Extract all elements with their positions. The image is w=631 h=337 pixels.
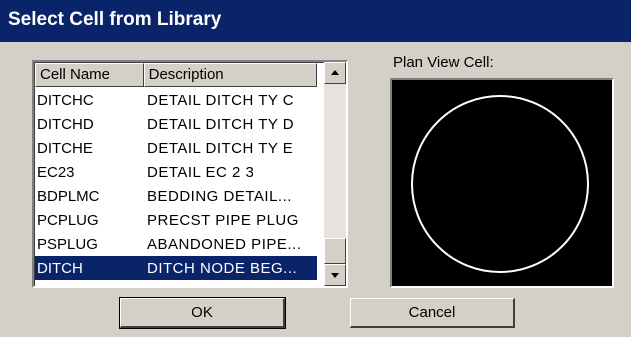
dialog-body: Cell Name Description DITCHC DETAIL DITCH…	[0, 44, 631, 337]
cell-description-text: DETAIL DITCH TY C	[147, 91, 295, 109]
list-item[interactable]: PCPLUG PRECST PIPE PLUG	[35, 208, 317, 232]
arrow-up-icon	[331, 70, 339, 75]
cell-name-text: DITCHD	[37, 115, 94, 133]
cell-description-text: ABANDONED PIPE...	[147, 235, 302, 253]
list-item[interactable]: BDPLMC BEDDING DETAIL...	[35, 184, 317, 208]
column-header-cell-name[interactable]: Cell Name	[35, 63, 144, 87]
list-header: Cell Name Description	[35, 63, 317, 87]
arrow-down-icon	[331, 273, 339, 278]
scroll-up-button[interactable]	[324, 62, 346, 84]
cell-name-text: PCPLUG	[37, 211, 99, 229]
title-bar[interactable]: Select Cell from Library	[0, 0, 631, 44]
cell-name-text: DITCH	[37, 259, 83, 277]
cell-description-text: DITCH NODE BEG...	[147, 259, 298, 277]
column-header-description[interactable]: Description	[143, 63, 317, 87]
scroll-down-button[interactable]	[324, 264, 346, 286]
ok-button[interactable]: OK	[119, 297, 286, 329]
window-title: Select Cell from Library	[8, 9, 222, 30]
cell-description-text: PRECST PIPE PLUG	[147, 211, 299, 229]
plan-view-label: Plan View Cell:	[393, 54, 494, 71]
cell-preview-canvas	[411, 95, 589, 273]
cell-list[interactable]: Cell Name Description DITCHC DETAIL DITCH…	[32, 60, 348, 288]
cell-description-text: BEDDING DETAIL...	[147, 187, 292, 205]
cell-description-text: DETAIL DITCH TY D	[147, 115, 295, 133]
list-item[interactable]: PSPLUG ABANDONED PIPE...	[35, 232, 317, 256]
plan-view-preview	[390, 78, 614, 288]
list-item[interactable]: DITCHC DETAIL DITCH TY C	[35, 88, 317, 112]
cell-name-text: PSPLUG	[37, 235, 98, 253]
list-scrollbar[interactable]	[324, 62, 346, 286]
cell-name-text: DITCHE	[37, 139, 93, 157]
cancel-button[interactable]: Cancel	[350, 298, 515, 328]
list-item[interactable]: DITCHE DETAIL DITCH TY E	[35, 136, 317, 160]
cell-description-text: DETAIL EC 2 3	[147, 163, 255, 181]
list-item[interactable]: DITCH DITCH NODE BEG...	[35, 256, 317, 280]
cell-name-text: DITCHC	[37, 91, 94, 109]
cell-name-text: EC23	[37, 163, 75, 181]
cell-name-text: BDPLMC	[37, 187, 100, 205]
list-item[interactable]: DITCHD DETAIL DITCH TY D	[35, 112, 317, 136]
cell-description-text: DETAIL DITCH TY E	[147, 139, 294, 157]
scroll-thumb[interactable]	[324, 238, 346, 264]
list-item[interactable]: EC23 DETAIL EC 2 3	[35, 160, 317, 184]
list-rows: DITCHC DETAIL DITCH TY C DITCHD DETAIL DITC…	[35, 88, 317, 280]
preview-circle-shape	[411, 95, 589, 273]
